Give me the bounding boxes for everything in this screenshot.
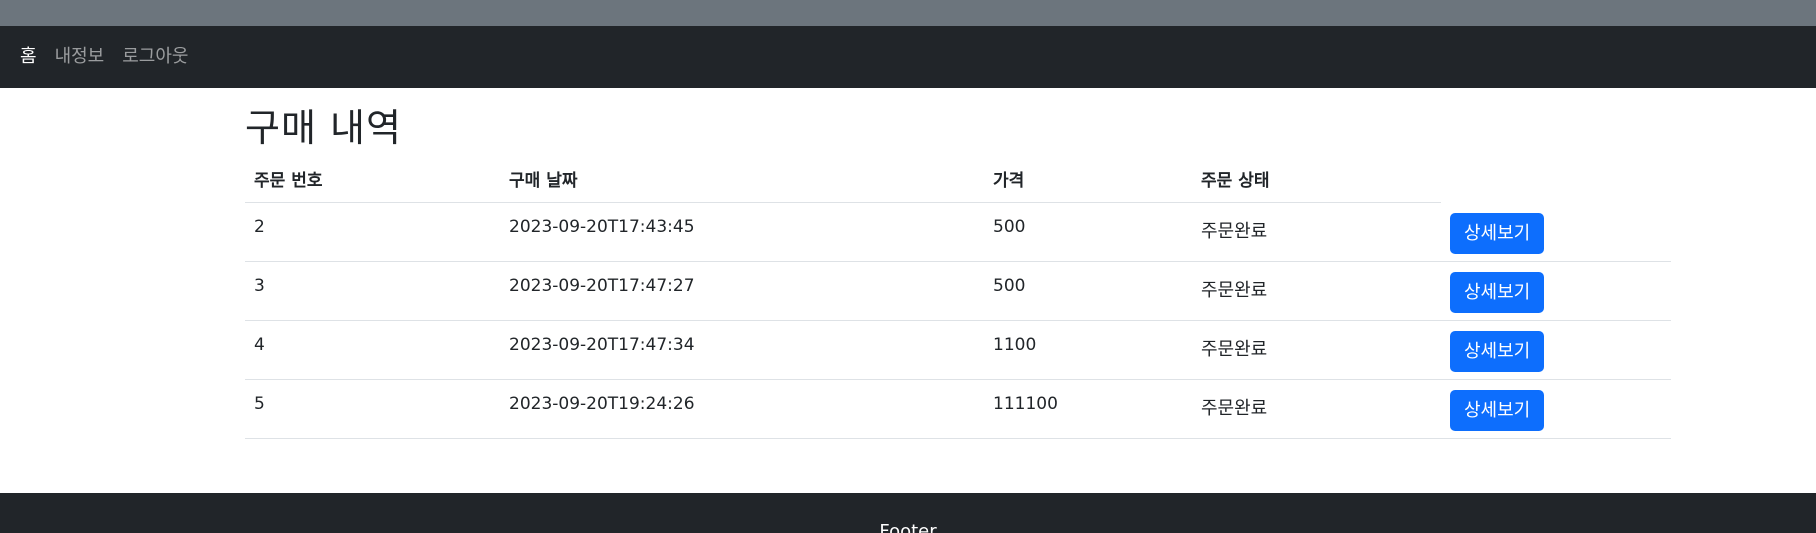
view-details-button[interactable]: 상세보기 bbox=[1450, 331, 1545, 372]
cell-order-no: 5 bbox=[245, 379, 500, 439]
table-row: 2 2023-09-20T17:43:45 500 주문완료 상세보기 bbox=[245, 202, 1671, 262]
cell-order-status: 주문완료 bbox=[1192, 261, 1441, 321]
table-row: 4 2023-09-20T17:47:34 1100 주문완료 상세보기 bbox=[245, 320, 1671, 380]
cell-order-status: 주문완료 bbox=[1192, 320, 1441, 380]
cell-order-no: 2 bbox=[245, 202, 500, 262]
cell-price: 500 bbox=[984, 202, 1192, 262]
main-container: 구매 내역 주문 번호 구매 날짜 가격 주문 상태 2 2023-09-20T… bbox=[245, 88, 1671, 439]
table-row: 3 2023-09-20T17:47:27 500 주문완료 상세보기 bbox=[245, 261, 1671, 321]
view-details-button[interactable]: 상세보기 bbox=[1450, 212, 1545, 254]
cell-action: 상세보기 bbox=[1441, 202, 1671, 262]
header-order-no: 주문 번호 bbox=[245, 154, 500, 203]
footer: Footer bbox=[0, 493, 1816, 533]
header-action bbox=[1441, 154, 1671, 203]
cell-purchase-date: 2023-09-20T17:43:45 bbox=[500, 202, 984, 262]
cell-price: 500 bbox=[984, 261, 1192, 321]
navbar: 홈 내정보 로그아웃 bbox=[0, 26, 1816, 88]
view-details-button[interactable]: 상세보기 bbox=[1450, 272, 1545, 313]
view-details-button[interactable]: 상세보기 bbox=[1450, 390, 1545, 431]
cell-purchase-date: 2023-09-20T19:24:26 bbox=[500, 379, 984, 439]
header-order-status: 주문 상태 bbox=[1192, 154, 1441, 203]
top-strip bbox=[0, 0, 1816, 26]
cell-order-status: 주문완료 bbox=[1192, 379, 1441, 439]
cell-order-status: 주문완료 bbox=[1192, 202, 1441, 262]
cell-action: 상세보기 bbox=[1441, 320, 1671, 380]
nav-links: 홈 내정보 로그아웃 bbox=[0, 48, 207, 66]
table-row: 5 2023-09-20T19:24:26 111100 주문완료 상세보기 bbox=[245, 379, 1671, 439]
cell-purchase-date: 2023-09-20T17:47:34 bbox=[500, 320, 984, 380]
header-purchase-date: 구매 날짜 bbox=[500, 154, 984, 203]
nav-link-logout[interactable]: 로그아웃 bbox=[122, 48, 188, 66]
page-title: 구매 내역 bbox=[245, 106, 402, 150]
header-price: 가격 bbox=[984, 154, 1192, 203]
cell-price: 1100 bbox=[984, 320, 1192, 380]
orders-table: 주문 번호 구매 날짜 가격 주문 상태 2 2023-09-20T17:43:… bbox=[245, 154, 1671, 439]
nav-link-home[interactable]: 홈 bbox=[20, 48, 37, 66]
footer-text: Footer bbox=[879, 521, 937, 533]
cell-order-no: 3 bbox=[245, 261, 500, 321]
cell-action: 상세보기 bbox=[1441, 261, 1671, 321]
cell-price: 111100 bbox=[984, 379, 1192, 439]
cell-action: 상세보기 bbox=[1441, 379, 1671, 439]
table-header-row: 주문 번호 구매 날짜 가격 주문 상태 bbox=[245, 154, 1671, 203]
nav-link-my-info[interactable]: 내정보 bbox=[55, 48, 105, 66]
cell-purchase-date: 2023-09-20T17:47:27 bbox=[500, 261, 984, 321]
cell-order-no: 4 bbox=[245, 320, 500, 380]
